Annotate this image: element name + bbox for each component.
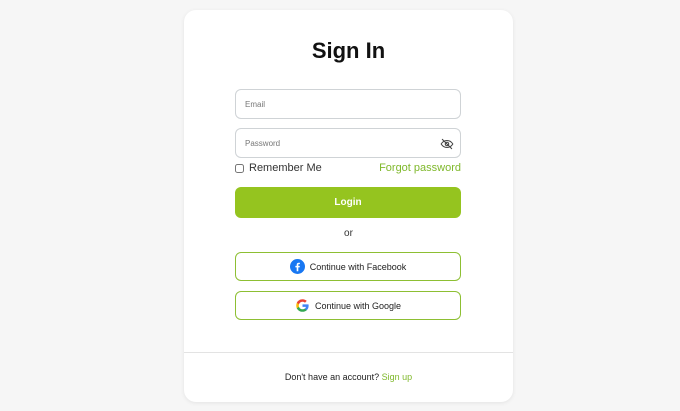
google-button-label: Continue with Google (314, 300, 402, 311)
sign-up-link[interactable]: Sign up (382, 372, 413, 382)
footer-divider (184, 352, 513, 353)
email-input[interactable] (236, 90, 460, 118)
email-field[interactable] (235, 89, 461, 119)
google-icon (295, 298, 310, 313)
signup-prompt: Don't have an account? Sign up (184, 372, 513, 382)
login-button[interactable]: Login (235, 187, 461, 218)
sign-in-card: Sign In Remember Me Forgot password Logi… (184, 10, 513, 402)
remember-me-label: Remember Me (249, 162, 322, 174)
password-input[interactable] (236, 129, 460, 157)
forgot-password-link[interactable]: Forgot password (379, 162, 461, 174)
facebook-icon (289, 259, 305, 274)
or-divider-text: or (344, 228, 353, 239)
signup-prompt-text: Don't have an account? (284, 372, 380, 382)
password-field[interactable] (235, 128, 461, 158)
page-title: Sign In (311, 38, 386, 63)
options-row: Remember Me Forgot password (235, 162, 461, 176)
eye-off-icon[interactable] (440, 137, 454, 151)
facebook-button-label: Continue with Facebook (309, 261, 407, 272)
continue-with-google-button[interactable]: Continue with Google (235, 291, 461, 320)
continue-with-facebook-button[interactable]: Continue with Facebook (235, 252, 461, 281)
remember-me[interactable]: Remember Me (235, 162, 322, 174)
remember-me-checkbox[interactable] (235, 163, 244, 173)
